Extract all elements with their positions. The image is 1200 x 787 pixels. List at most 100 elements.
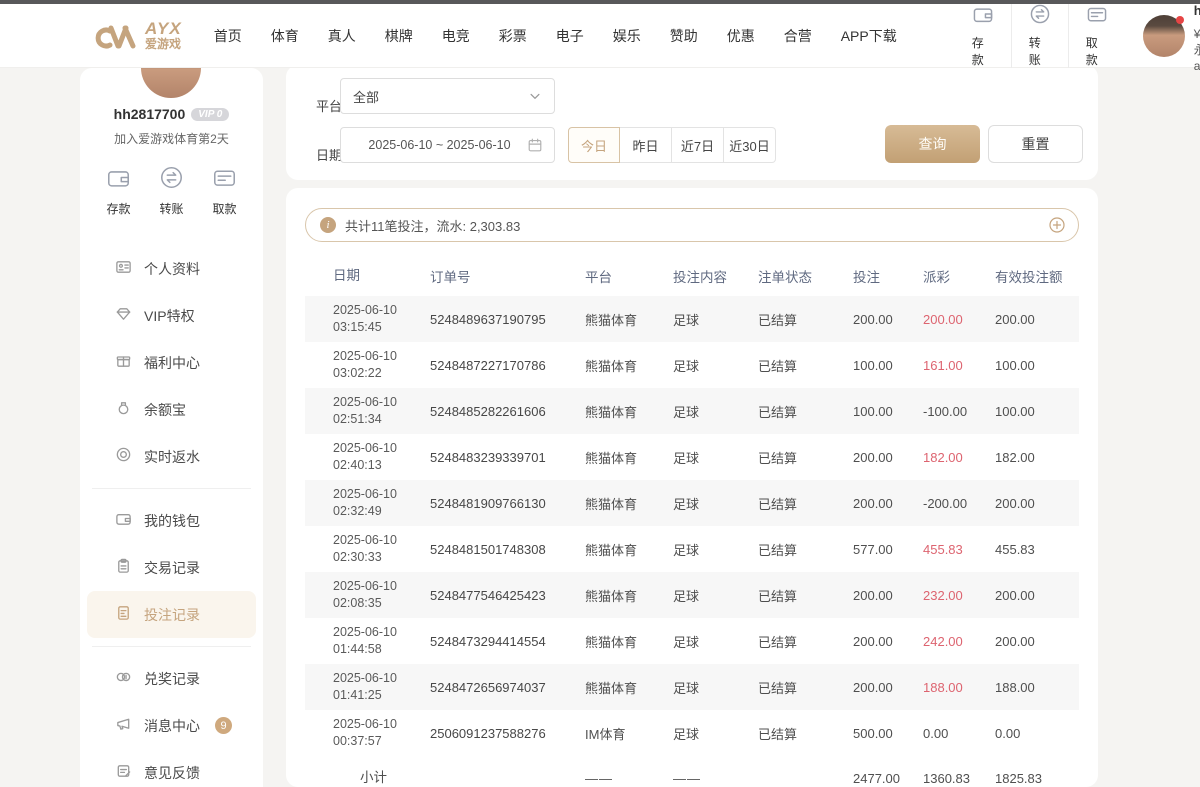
gift-icon — [115, 352, 132, 374]
sidebar-item-消息中心[interactable]: 消息中心9 — [87, 702, 256, 749]
sidebar-item-投注记录[interactable]: 投注记录 — [87, 591, 256, 638]
reset-button[interactable]: 重置 — [988, 125, 1083, 163]
user-avatar[interactable] — [1143, 15, 1185, 57]
plus-circle-icon[interactable] — [1048, 216, 1066, 234]
sidebar-action-取款[interactable]: 取款 — [212, 165, 237, 217]
pot-icon — [115, 399, 132, 421]
cell-payout: 0.00 — [923, 726, 995, 741]
nav-item-体育[interactable]: 体育 — [271, 26, 299, 46]
cell-order-number: 5248487227170786 — [430, 358, 585, 373]
nav-item-优惠[interactable]: 优惠 — [727, 26, 755, 46]
bet-records-card: i 共计11笔投注，流水: 2,303.83 日期订单号平台投注内容注单状态投注… — [286, 188, 1098, 787]
table-row: 2025-06-1001:44:585248473294414554熊猫体育足球… — [305, 618, 1079, 664]
header-quick-actions: 存款转账取款 — [955, 3, 1125, 68]
idcard-icon — [115, 258, 132, 280]
range-button-近7日[interactable]: 近7日 — [672, 127, 724, 163]
chevron-down-icon — [528, 89, 542, 103]
sidebar-item-福利中心[interactable]: 福利中心 — [87, 339, 256, 386]
cell-bet-content: 足球 — [673, 540, 758, 559]
sidebar-item-兑奖记录[interactable]: 兑奖记录 — [87, 655, 256, 702]
cell-bet-content: 足球 — [673, 724, 758, 743]
card-icon — [212, 165, 237, 195]
nav-item-首页[interactable]: 首页 — [214, 26, 242, 46]
action-label: 取款 — [212, 200, 236, 217]
menu-item-label: 我的钱包 — [144, 511, 200, 531]
user-block: hh2817700 VIP 0 ¥0.00 永久网址: ayx.com — [1143, 0, 1200, 74]
cell-order-number: 5248472656974037 — [430, 680, 585, 695]
range-button-近30日[interactable]: 近30日 — [724, 127, 776, 163]
prize-icon — [115, 668, 132, 690]
sidebar-item-VIP特权[interactable]: VIP特权 — [87, 292, 256, 339]
megaphone-icon — [115, 715, 132, 737]
action-label: 取款 — [1086, 34, 1108, 68]
sidebar-username: hh2817700 — [114, 106, 186, 122]
cell-valid-amount: 200.00 — [995, 588, 1079, 603]
column-header-派彩: 派彩 — [923, 266, 995, 286]
header-action-取款[interactable]: 取款 — [1068, 3, 1125, 68]
permanent-url: 永久网址: ayx.com — [1194, 42, 1200, 74]
cell-valid-amount: 100.00 — [995, 358, 1079, 373]
cell-bet-content: 足球 — [673, 632, 758, 651]
cell-payout: 161.00 — [923, 358, 995, 373]
rebate-icon — [115, 446, 132, 468]
sidebar-action-存款[interactable]: 存款 — [106, 165, 131, 217]
sidebar-action-转账[interactable]: 转账 — [159, 165, 184, 217]
cell-status: 已结算 — [758, 356, 853, 375]
cell-order-number: 2506091237588276 — [430, 726, 585, 741]
cell-valid-amount: 455.83 — [995, 542, 1079, 557]
cell-platform: 熊猫体育 — [585, 586, 673, 605]
nav-item-棋牌[interactable]: 棋牌 — [385, 26, 413, 46]
summary-text: 共计11笔投注，流水: 2,303.83 — [345, 216, 1048, 235]
table-row: 2025-06-1000:37:572506091237588276IM体育足球… — [305, 710, 1079, 756]
cell-date: 2025-06-1002:08:35 — [305, 578, 430, 612]
cell-platform: 熊猫体育 — [585, 632, 673, 651]
nav-item-彩票[interactable]: 彩票 — [499, 26, 527, 46]
platform-value: 全部 — [353, 87, 528, 106]
cell-bet-amount: 100.00 — [853, 358, 923, 373]
main-nav: 首页 体育 真人 棋牌 电竞 彩票 电子 娱乐 赞助 优惠 合营 APP下载 — [214, 26, 897, 46]
sidebar-item-实时返水[interactable]: 实时返水 — [87, 433, 256, 480]
menu-item-label: 福利中心 — [144, 353, 200, 373]
sidebar-item-意见反馈[interactable]: 意见反馈 — [87, 749, 256, 787]
nav-item-电子[interactable]: 电子 — [556, 26, 584, 46]
column-header-有效投注额: 有效投注额 — [995, 266, 1079, 286]
sidebar-item-交易记录[interactable]: 交易记录 — [87, 544, 256, 591]
header-action-转账[interactable]: 转账 — [1011, 3, 1068, 68]
wallet-icon — [106, 165, 131, 195]
sidebar-item-余额宝[interactable]: 余额宝 — [87, 386, 256, 433]
table-row: 2025-06-1002:32:495248481909766130熊猫体育足球… — [305, 480, 1079, 526]
platform-select[interactable]: 全部 — [340, 78, 555, 114]
subtotal-content: —— — [673, 771, 758, 786]
header-action-存款[interactable]: 存款 — [955, 3, 1011, 68]
range-button-今日[interactable]: 今日 — [568, 127, 620, 163]
sidebar-menu: 个人资料VIP特权福利中心余额宝实时返水我的钱包交易记录投注记录兑奖记录消息中心… — [80, 231, 263, 787]
nav-item-电竞[interactable]: 电竞 — [442, 26, 470, 46]
action-label: 存款 — [106, 200, 130, 217]
range-button-昨日[interactable]: 昨日 — [620, 127, 672, 163]
cell-date: 2025-06-1001:41:25 — [305, 670, 430, 704]
nav-item-APP下载[interactable]: APP下载 — [841, 26, 897, 46]
cell-bet-amount: 100.00 — [853, 404, 923, 419]
cell-order-number: 5248473294414554 — [430, 634, 585, 649]
browser-top-strip — [0, 0, 1200, 4]
action-label: 转账 — [159, 200, 183, 217]
column-header-投注: 投注 — [853, 266, 923, 286]
menu-item-label: 意见反馈 — [144, 763, 200, 783]
cell-order-number: 5248485282261606 — [430, 404, 585, 419]
cell-platform: 熊猫体育 — [585, 494, 673, 513]
nav-item-真人[interactable]: 真人 — [328, 26, 356, 46]
nav-item-合营[interactable]: 合营 — [784, 26, 812, 46]
nav-item-娱乐[interactable]: 娱乐 — [613, 26, 641, 46]
cell-valid-amount: 200.00 — [995, 634, 1079, 649]
nav-item-赞助[interactable]: 赞助 — [670, 26, 698, 46]
site-logo[interactable]: AYX 爱游戏 — [95, 19, 182, 53]
cell-status: 已结算 — [758, 448, 853, 467]
date-range-input[interactable]: 2025-06-10 ~ 2025-06-10 — [340, 127, 555, 163]
cell-valid-amount: 188.00 — [995, 680, 1079, 695]
logo-monogram-icon — [95, 19, 139, 53]
menu-item-label: 消息中心 — [144, 716, 200, 736]
menu-divider — [92, 488, 251, 489]
sidebar-item-我的钱包[interactable]: 我的钱包 — [87, 497, 256, 544]
sidebar-item-个人资料[interactable]: 个人资料 — [87, 245, 256, 292]
search-button[interactable]: 查询 — [885, 125, 980, 163]
